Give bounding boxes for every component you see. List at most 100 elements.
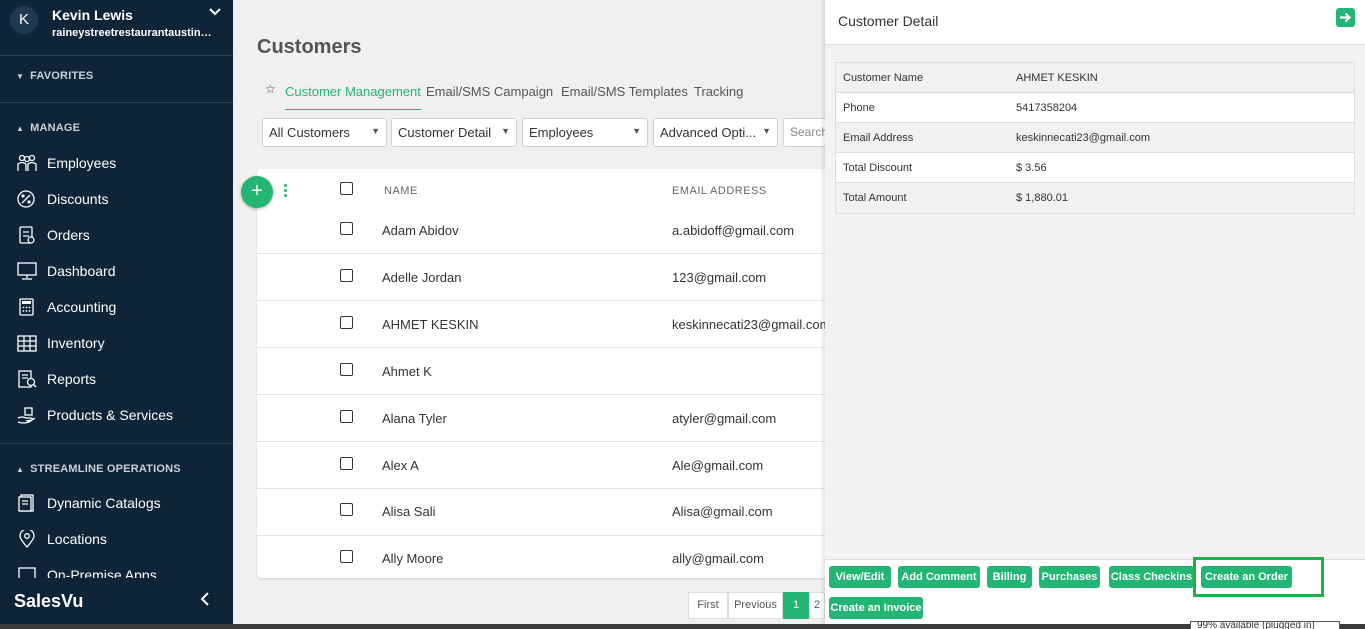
info-value: $ 3.56: [1016, 162, 1047, 174]
table-row[interactable]: Alana Tyler atyler@gmail.com: [257, 395, 827, 442]
user-email: raineystreetrestaurantaustin@...: [52, 27, 212, 39]
sidebar-item-label: Accounting: [47, 299, 117, 315]
battery-tooltip: 99% available (plugged in): [1190, 621, 1340, 629]
tab-email-sms-campaign[interactable]: Email/SMS Campaign: [426, 84, 553, 110]
customer-detail-panel: Customer Detail Customer Name AHMET KESK…: [825, 0, 1365, 629]
tab-customer-management[interactable]: Customer Management: [285, 84, 421, 110]
page-title: Customers: [257, 36, 362, 58]
customer-name: Adelle Jordan: [382, 270, 462, 285]
accounting-icon: [19, 298, 34, 316]
sidebar-item-label: Inventory: [47, 335, 105, 351]
view-edit-button[interactable]: View/Edit: [829, 566, 891, 588]
billing-button[interactable]: Billing: [987, 566, 1032, 588]
row-checkbox[interactable]: [340, 269, 353, 282]
customer-email: ally@gmail.com: [672, 551, 764, 566]
info-key: Total Amount: [843, 192, 907, 204]
info-key: Email Address: [843, 132, 914, 144]
pagination-page-2[interactable]: 2: [809, 592, 825, 619]
reports-icon: [18, 370, 37, 388]
tab-tracking[interactable]: Tracking: [694, 84, 743, 110]
row-checkbox[interactable]: [340, 503, 353, 516]
discounts-icon: [17, 190, 35, 208]
section-label: FAVORITES: [30, 70, 94, 82]
sidebar-item-label: Locations: [47, 531, 107, 547]
caret-down-icon: ▼: [16, 72, 25, 81]
section-streamline-operations[interactable]: ▲ STREAMLINE OPERATIONS: [16, 463, 181, 475]
row-checkbox[interactable]: [340, 410, 353, 423]
sidebar-item-locations[interactable]: Locations: [0, 522, 233, 556]
table-row[interactable]: Alex A Ale@gmail.com: [257, 442, 827, 489]
row-checkbox[interactable]: [340, 457, 353, 470]
customer-email: Alisa@gmail.com: [672, 504, 773, 519]
catalogs-icon: [18, 494, 34, 512]
location-pin-icon: [19, 530, 35, 548]
select-all-checkbox[interactable]: [340, 182, 353, 195]
select-value: All Customers: [269, 125, 350, 140]
chevron-down-icon[interactable]: [209, 4, 221, 19]
info-row-customer-name: Customer Name AHMET KESKIN: [836, 63, 1354, 93]
divider: [0, 55, 233, 56]
sidebar-item-on-premise-apps[interactable]: On-Premise Apps: [0, 558, 233, 578]
sidebar-item-dashboard[interactable]: Dashboard: [0, 254, 233, 288]
brand-logo: SalesVu: [14, 591, 84, 611]
pagination-page-current[interactable]: 1: [783, 592, 809, 619]
row-checkbox[interactable]: [340, 363, 353, 376]
sidebar-item-discounts[interactable]: Discounts: [0, 182, 233, 216]
taskbar-strip: [0, 624, 1365, 629]
highlight-box: [1193, 557, 1324, 597]
sidebar-item-orders[interactable]: Orders: [0, 218, 233, 252]
sidebar-item-label: Orders: [47, 227, 90, 243]
user-name: Kevin Lewis: [52, 7, 133, 23]
section-favorites[interactable]: ▼ FAVORITES: [16, 70, 93, 82]
table-row[interactable]: Adam Abidov a.abidoff@gmail.com: [257, 207, 827, 254]
close-panel-button[interactable]: [1336, 8, 1355, 27]
sidebar-item-employees[interactable]: Employees: [0, 146, 233, 180]
chevron-left-icon[interactable]: [200, 590, 210, 611]
purchases-button[interactable]: Purchases: [1039, 566, 1100, 588]
advanced-options-select[interactable]: Advanced Opti... ▼: [653, 118, 778, 147]
customers-filter-select[interactable]: All Customers ▼: [262, 118, 387, 147]
create-invoice-button[interactable]: Create an Invoice: [829, 597, 923, 619]
sidebar-item-reports[interactable]: Reports: [0, 362, 233, 396]
row-checkbox[interactable]: [340, 550, 353, 563]
panel-title: Customer Detail: [838, 13, 939, 29]
class-checkins-button[interactable]: Class Checkins: [1109, 566, 1194, 588]
row-checkbox[interactable]: [340, 316, 353, 329]
row-checkbox[interactable]: [340, 222, 353, 235]
table-row[interactable]: AHMET KESKIN keskinnecati23@gmail.com: [257, 301, 830, 348]
add-comment-button[interactable]: Add Comment: [898, 566, 980, 588]
customer-detail-select[interactable]: Customer Detail ▼: [391, 118, 517, 147]
arrow-right-icon: [1340, 12, 1352, 23]
section-manage[interactable]: ▲ MANAGE: [16, 122, 80, 134]
star-icon[interactable]: ☆: [265, 82, 276, 96]
table-row[interactable]: Ahmet K: [257, 348, 827, 395]
sidebar-item-inventory[interactable]: Inventory: [0, 326, 233, 360]
dashboard-icon: [17, 262, 37, 280]
sidebar-item-products-services[interactable]: Products & Services: [0, 398, 233, 432]
user-menu[interactable]: K Kevin Lewis raineystreetrestaurantaust…: [0, 0, 233, 48]
panel-header: Customer Detail: [825, 0, 1365, 45]
detail-actions: View/Edit Add Comment Billing Purchases …: [825, 557, 1365, 629]
pagination-previous[interactable]: Previous: [728, 592, 783, 619]
select-value: Employees: [529, 125, 594, 140]
tab-email-sms-templates[interactable]: Email/SMS Templates: [561, 84, 688, 110]
table-row[interactable]: Alisa Sali Alisa@gmail.com: [257, 489, 827, 536]
sidebar-item-accounting[interactable]: Accounting: [0, 290, 233, 324]
sidebar-item-label: Products & Services: [47, 407, 174, 423]
column-header-name[interactable]: NAME: [384, 185, 418, 197]
chevron-down-icon: ▼: [632, 126, 641, 136]
employees-select[interactable]: Employees ▼: [522, 118, 648, 147]
add-customer-button[interactable]: +: [241, 176, 273, 208]
info-key: Customer Name: [843, 72, 924, 84]
table-row[interactable]: Ally Moore ally@gmail.com: [257, 535, 827, 582]
more-options-icon[interactable]: [284, 184, 290, 200]
info-value: AHMET KESKIN: [1016, 72, 1098, 84]
customer-info-table: Customer Name AHMET KESKIN Phone 5417358…: [835, 62, 1355, 214]
pagination-first[interactable]: First: [688, 592, 728, 619]
info-value: 5417358204: [1016, 102, 1078, 114]
section-label: STREAMLINE OPERATIONS: [30, 463, 181, 475]
table-row[interactable]: Adelle Jordan 123@gmail.com: [257, 254, 827, 301]
column-header-email[interactable]: EMAIL ADDRESS: [672, 185, 767, 197]
customer-name: Ally Moore: [382, 551, 444, 566]
sidebar-item-dynamic-catalogs[interactable]: Dynamic Catalogs: [0, 486, 233, 520]
